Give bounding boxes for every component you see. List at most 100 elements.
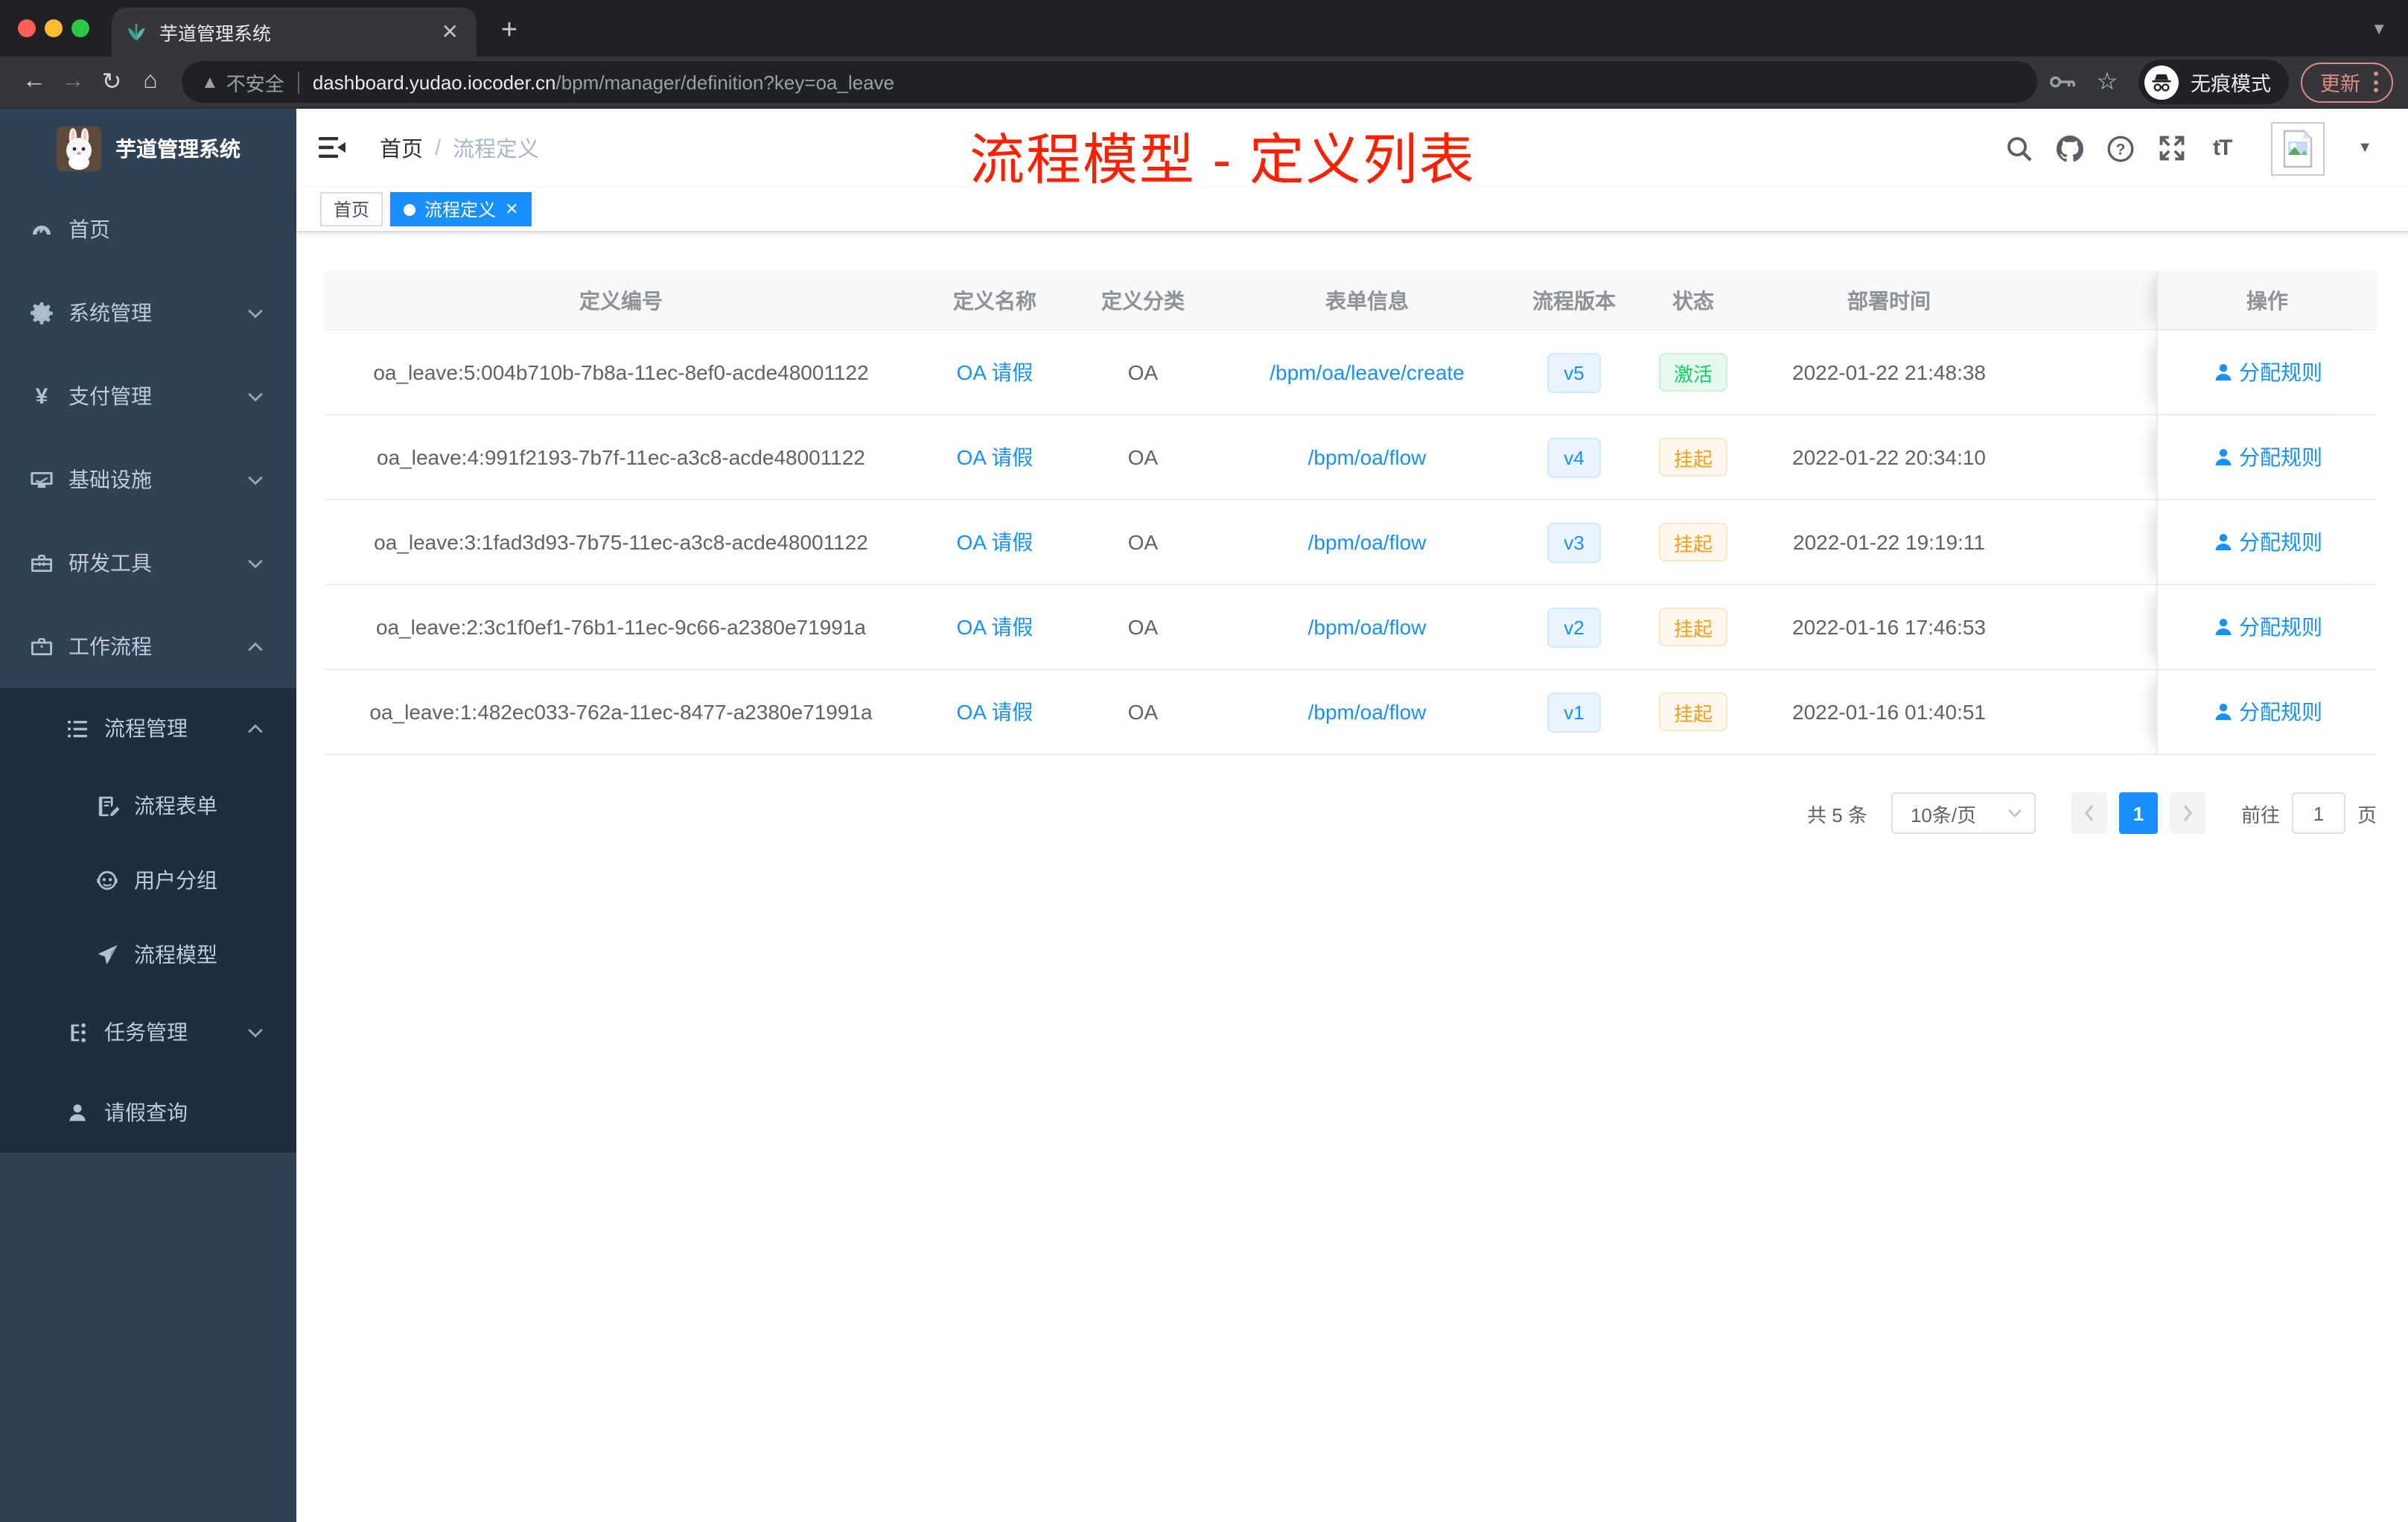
- form-link[interactable]: /bpm/oa/flow: [1308, 700, 1427, 724]
- definition-name-link[interactable]: OA 请假: [957, 527, 1033, 557]
- group-icon: [95, 868, 119, 892]
- breadcrumb: 首页 / 流程定义: [380, 133, 539, 164]
- tag-process-definition[interactable]: 流程定义 ✕: [390, 192, 532, 226]
- github-icon[interactable]: [2057, 135, 2084, 162]
- user-avatar[interactable]: [2271, 121, 2325, 175]
- page-number-button[interactable]: 1: [2118, 792, 2158, 834]
- new-tab-button[interactable]: +: [491, 13, 527, 49]
- sidebar-logo[interactable]: 芋道管理系统: [0, 109, 296, 188]
- sidebar-item-process-model[interactable]: 流程模型: [0, 917, 296, 992]
- sidebar-item-task-management[interactable]: 任务管理: [0, 992, 296, 1072]
- table-cell-category: OA: [1072, 585, 1214, 670]
- browser-tab-strip: 芋道管理系统 ✕ + ▼: [0, 0, 2408, 57]
- breadcrumb-home[interactable]: 首页: [380, 133, 423, 164]
- table-cell-deploy_time: 2022-01-22 21:48:38: [1759, 331, 2019, 415]
- sidebar-item-home[interactable]: 首页: [0, 188, 296, 271]
- page-size-value: 10条/页: [1910, 803, 1977, 826]
- sidebar-item-user-group[interactable]: 用户分组: [0, 843, 296, 917]
- tab-search-chevron-icon[interactable]: ▼: [2371, 21, 2387, 39]
- definition-name-link[interactable]: OA 请假: [957, 357, 1033, 387]
- table-cell-status: 挂起: [1628, 585, 1759, 670]
- back-icon[interactable]: ←: [15, 69, 54, 95]
- assign-rule-link[interactable]: 分配规则: [2212, 612, 2322, 642]
- definition-name-link[interactable]: OA 请假: [957, 442, 1033, 472]
- address-bar[interactable]: ▲ 不安全 dashboard.yudao.iocoder.cn/bpm/man…: [182, 61, 2037, 103]
- home-icon[interactable]: ⌂: [131, 69, 170, 95]
- assign-user-icon: [2212, 447, 2233, 468]
- sidebar-item-leave-query[interactable]: 请假查询: [0, 1072, 296, 1153]
- table-cell-version: v5: [1520, 331, 1628, 415]
- assign-rule-link[interactable]: 分配规则: [2212, 442, 2322, 472]
- update-button[interactable]: 更新: [2301, 62, 2393, 102]
- app-root: 芋道管理系统 首页 系统管理 ¥ 支付管理 基础设施 研发工具 工作流程 流程管理 流程表单 用户…: [0, 109, 2408, 1522]
- monitor-icon: [30, 468, 54, 491]
- forward-icon[interactable]: →: [54, 69, 92, 95]
- form-link[interactable]: /bpm/oa/flow: [1308, 530, 1427, 554]
- window-close-button[interactable]: [18, 19, 36, 37]
- assign-rule-label: 分配规则: [2239, 700, 2322, 724]
- table-cell-version: v1: [1520, 670, 1628, 755]
- goto-page-input[interactable]: [2291, 792, 2345, 834]
- star-bookmark-icon[interactable]: ☆: [2088, 67, 2127, 97]
- definition-name-link[interactable]: OA 请假: [957, 612, 1033, 642]
- sidebar-item-process-form[interactable]: 流程表单: [0, 768, 296, 843]
- paper-plane-icon: [95, 943, 119, 967]
- form-link[interactable]: /bpm/oa/leave/create: [1270, 360, 1465, 384]
- column-header-name: 定义名称: [917, 271, 1072, 331]
- assign-rule-link[interactable]: 分配规则: [2212, 527, 2322, 557]
- sidebar-item-infrastructure[interactable]: 基础设施: [0, 438, 296, 521]
- sidebar-item-process-management[interactable]: 流程管理: [0, 688, 296, 768]
- assign-rule-label: 分配规则: [2239, 360, 2322, 384]
- window-zoom-button[interactable]: [71, 19, 89, 37]
- avatar-dropdown-caret-icon[interactable]: ▼: [2357, 140, 2372, 156]
- definition-name-link[interactable]: OA 请假: [957, 697, 1033, 727]
- sidebar-item-payment-management[interactable]: ¥ 支付管理: [0, 354, 296, 438]
- sidebar-item-label-dev-tools: 研发工具: [69, 551, 152, 575]
- sidebar-item-dev-tools[interactable]: 研发工具: [0, 521, 296, 605]
- assign-rule-link[interactable]: 分配规则: [2212, 357, 2322, 387]
- close-icon[interactable]: ✕: [505, 200, 518, 219]
- reload-icon[interactable]: ↻: [92, 67, 131, 97]
- url-divider: [297, 71, 299, 93]
- hamburger-icon[interactable]: [317, 133, 347, 163]
- pagination-total: 共 5 条: [1807, 803, 1867, 826]
- version-badge: v2: [1547, 607, 1601, 647]
- tab-close-icon[interactable]: ✕: [437, 19, 463, 45]
- page-size-select[interactable]: 10条/页: [1891, 792, 2036, 834]
- fullscreen-icon[interactable]: [2158, 135, 2185, 162]
- task-icon: [66, 1020, 89, 1044]
- next-page-button[interactable]: [2169, 792, 2205, 834]
- form-link[interactable]: /bpm/oa/flow: [1308, 615, 1427, 639]
- form-link[interactable]: /bpm/oa/flow: [1308, 445, 1427, 469]
- question-icon[interactable]: ?: [2107, 135, 2134, 162]
- sidebar-item-workflow[interactable]: 工作流程: [0, 605, 296, 688]
- version-badge: v5: [1547, 352, 1601, 392]
- table-cell-form: /bpm/oa/flow: [1214, 500, 1520, 585]
- table-cell-version: v2: [1520, 585, 1628, 670]
- table-cell-status: 激活: [1628, 331, 1759, 415]
- annotation-title: 流程模型 - 定义列表: [969, 130, 1476, 191]
- table-cell-name: OA 请假: [917, 331, 1072, 415]
- active-dot: [404, 203, 416, 215]
- table-cell-ops: 分配规则: [2156, 415, 2377, 500]
- column-header-form: 表单信息: [1214, 271, 1520, 331]
- sidebar-item-system-management[interactable]: 系统管理: [0, 271, 296, 354]
- page-content: 定义编号 定义名称 定义分类 表单信息 流程版本 状态 部署时间 操作 oa_leave:5:0…: [296, 232, 2408, 834]
- table-cell-ops: 分配规则: [2156, 670, 2377, 755]
- sidebar: 芋道管理系统 首页 系统管理 ¥ 支付管理 基础设施研发工具工作流程 流程管理 流程表单 用户…: [0, 109, 296, 1522]
- browser-menu-icon[interactable]: [2369, 71, 2383, 92]
- table-cell-ops: 分配规则: [2156, 500, 2377, 585]
- assign-rule-link[interactable]: 分配规则: [2212, 697, 2322, 727]
- key-icon[interactable]: [2049, 74, 2088, 89]
- textsize-icon[interactable]: tT: [2208, 135, 2235, 162]
- browser-tab[interactable]: 芋道管理系统 ✕: [112, 7, 477, 57]
- not-secure-warning-icon: ▲: [201, 71, 219, 92]
- sidebar-item-label-payment-management: 支付管理: [69, 384, 152, 408]
- column-header-id: 定义编号: [325, 271, 917, 331]
- prev-page-button[interactable]: [2071, 792, 2107, 834]
- search-icon[interactable]: [2006, 135, 2033, 162]
- table-cell-deploy_time: 2022-01-16 01:40:51: [1759, 670, 2019, 755]
- window-minimize-button[interactable]: [45, 19, 63, 37]
- table-cell-deploy_time: 2022-01-22 20:34:10: [1759, 415, 2019, 500]
- tag-home[interactable]: 首页: [320, 192, 383, 226]
